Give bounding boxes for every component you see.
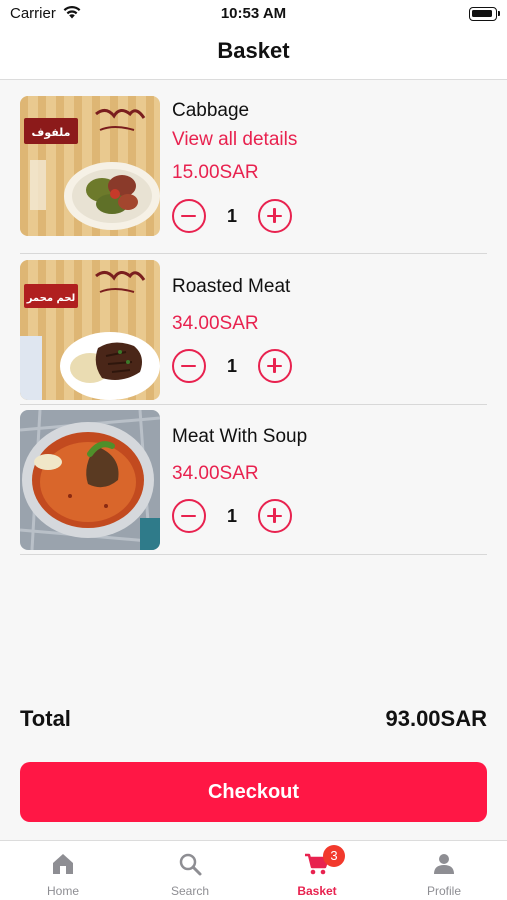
item-name: Meat With Soup <box>172 426 308 447</box>
item-name: Roasted Meat <box>172 276 291 297</box>
minus-icon <box>181 364 196 367</box>
cart-count-badge: 3 <box>323 845 345 867</box>
tab-label: Home <box>46 884 79 898</box>
meat-soup-photo <box>20 410 160 550</box>
quantity-value: 1 <box>226 356 237 376</box>
roasted-meat-image-label: لحم محمر <box>26 293 76 304</box>
increase-quantity-button[interactable] <box>258 199 292 233</box>
increase-quantity-button[interactable] <box>258 349 292 383</box>
person-icon <box>434 854 454 874</box>
item-price: 15.00SAR <box>172 162 259 183</box>
cabbage-image-label: ملفوف <box>32 126 71 139</box>
basket-item-roasted-meat: لحم محمر Roasted Meat 34.00SAR 1 <box>20 260 487 405</box>
tab-search[interactable]: Search <box>127 841 253 900</box>
item-price: 34.00SAR <box>172 463 259 484</box>
increase-quantity-button[interactable] <box>258 499 292 533</box>
minus-icon <box>181 514 196 517</box>
navigation-bar: Basket <box>0 30 507 80</box>
tab-label: Search <box>170 884 210 898</box>
checkout-button[interactable]: Checkout <box>20 762 487 822</box>
battery-icon <box>469 7 500 21</box>
search-icon <box>179 853 202 876</box>
tab-bar: Home Search 3 Basket Profile <box>0 840 507 900</box>
decrease-quantity-button[interactable] <box>172 349 206 383</box>
minus-icon <box>181 214 196 217</box>
total-label: Total <box>20 706 71 731</box>
cabbage-rolls-photo: ملفوف <box>20 96 160 236</box>
page-title: Basket <box>217 38 290 63</box>
tab-basket[interactable]: 3 Basket <box>254 841 380 900</box>
quantity-value: 1 <box>226 206 237 226</box>
item-price: 34.00SAR <box>172 313 259 334</box>
tab-profile[interactable]: Profile <box>381 841 507 900</box>
clock: 10:53 AM <box>220 5 287 22</box>
status-bar: Carrier 10:53 AM <box>0 0 507 30</box>
tab-label: Basket <box>297 884 337 898</box>
home-icon <box>53 854 73 874</box>
item-name: Cabbage <box>172 100 250 121</box>
basket-item-cabbage: ملفوف Cabbage View all details 15.00SAR … <box>20 96 487 254</box>
basket-item-meat-with-soup: Meat With Soup 34.00SAR 1 <box>20 410 487 555</box>
tab-home[interactable]: Home <box>0 841 126 900</box>
view-details-link[interactable]: View all details <box>172 129 297 151</box>
tab-label: Profile <box>426 884 461 898</box>
total-value: 93.00SAR <box>385 706 487 731</box>
decrease-quantity-button[interactable] <box>172 499 206 533</box>
decrease-quantity-button[interactable] <box>172 199 206 233</box>
quantity-value: 1 <box>226 506 237 526</box>
roasted-meat-photo: لحم محمر <box>20 260 160 400</box>
